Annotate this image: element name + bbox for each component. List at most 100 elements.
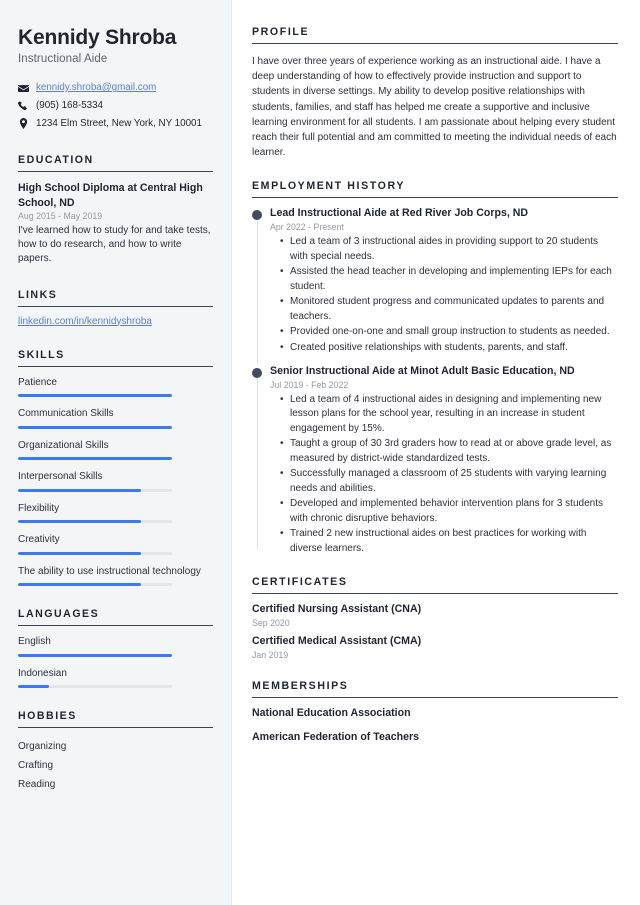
skill-level-bar <box>18 551 172 555</box>
education-item-title: High School Diploma at Central High Scho… <box>18 182 203 209</box>
skill-level-fill <box>18 583 142 586</box>
hobby-item: Reading <box>18 779 56 790</box>
certificate-item: Certified Medical Assistant (CMA) Jan 20… <box>252 635 618 660</box>
job-bullet: Led a team of 4 instructional aides in d… <box>280 393 618 437</box>
language-level-bar <box>18 685 172 688</box>
profile-heading: PROFILE <box>252 26 618 44</box>
address-text: 1234 Elm Street, New York, NY 10001 <box>36 117 202 129</box>
skill-level-bar <box>18 457 172 460</box>
resume-document: Kennidy Shroba Instructional Aide kennid… <box>0 0 640 905</box>
skill-item: Interpersonal Skills <box>18 470 213 492</box>
skill-level-bar <box>18 583 172 586</box>
language-level-bar <box>18 653 172 657</box>
education-item-date: Aug 2015 - May 2019 <box>18 210 103 221</box>
phone-number: (905) 168-5334 <box>36 99 103 111</box>
location-pin-icon <box>18 118 32 130</box>
certificates-heading: CERTIFICATES <box>252 576 618 595</box>
job-title: Lead Instructional Aide at Red River Job… <box>270 207 529 220</box>
language-item: English <box>18 635 213 657</box>
job-bullet: Led a team of 3 instructional aides in p… <box>280 235 618 264</box>
skill-label: Creativity <box>18 534 60 545</box>
certificate-date: Sep 2020 <box>252 618 290 629</box>
skill-label: Communication Skills <box>18 408 114 419</box>
timeline-dot-icon <box>252 210 262 221</box>
certificate-name: Certified Nursing Assistant (CNA) <box>252 603 422 616</box>
languages-section: LANGUAGES English Indonesian <box>18 608 213 688</box>
membership-item: American Federation of Teachers <box>252 730 420 743</box>
employment-timeline: Lead Instructional Aide at Red River Job… <box>252 207 618 556</box>
skill-item: Creativity <box>18 533 213 555</box>
education-item: High School Diploma at Central High Scho… <box>18 181 213 266</box>
job-entry: Senior Instructional Aide at Minot Adult… <box>252 365 618 556</box>
certificate-item: Certified Nursing Assistant (CNA) Sep 20… <box>252 603 618 628</box>
job-bullet: Successfully managed a classroom of 25 s… <box>280 467 618 496</box>
contact-phone-row: (905) 168-5334 <box>18 100 213 113</box>
language-item: Indonesian <box>18 667 213 688</box>
timeline-dot-icon <box>252 368 262 379</box>
certificate-name: Certified Medical Assistant (CMA) <box>252 635 422 648</box>
certificates-section: CERTIFICATES Certified Nursing Assistant… <box>252 576 618 660</box>
skill-level-fill <box>18 394 172 397</box>
envelope-icon <box>18 83 32 94</box>
education-section: EDUCATION High School Diploma at Central… <box>18 154 213 266</box>
job-bullet-list: Led a team of 4 instructional aides in d… <box>270 393 618 557</box>
skill-label: The ability to use instructional technol… <box>18 565 201 577</box>
job-bullet: Monitored student progress and communica… <box>280 295 618 324</box>
skill-label: Interpersonal Skills <box>18 471 103 482</box>
candidate-job-title: Instructional Aide <box>18 53 108 66</box>
job-date: Jul 2019 - Feb 2022 <box>270 379 349 390</box>
skill-level-fill <box>18 551 142 555</box>
employment-heading: EMPLOYMENT HISTORY <box>252 180 618 199</box>
candidate-name: Kennidy Shroba <box>18 26 177 49</box>
email-link[interactable]: kennidy.shroba@gmail.com <box>36 82 156 95</box>
skill-level-bar <box>18 425 172 429</box>
job-bullet: Created positive relationships with stud… <box>280 341 618 356</box>
profile-section: PROFILE I have over three years of exper… <box>252 26 618 160</box>
job-bullet-list: Led a team of 3 instructional aides in p… <box>270 235 618 355</box>
skill-level-fill <box>18 457 172 460</box>
skills-heading: SKILLS <box>18 349 213 367</box>
memberships-section: MEMBERSHIPS National Education Associati… <box>252 680 618 745</box>
skill-item: Flexibility <box>18 502 213 523</box>
skill-level-fill <box>18 425 172 429</box>
skill-label: Organizational Skills <box>18 439 109 451</box>
skills-section: SKILLS Patience Communication Skills Org… <box>18 349 213 586</box>
profile-text: I have over three years of experience wo… <box>252 56 617 159</box>
language-level-fill <box>18 685 49 688</box>
membership-item: National Education Association <box>252 706 411 719</box>
language-label: English <box>18 636 51 647</box>
main-column: PROFILE I have over three years of exper… <box>232 0 640 905</box>
skill-item: The ability to use instructional technol… <box>18 565 213 586</box>
links-heading: LINKS <box>18 289 213 307</box>
hobby-item: Organizing <box>18 741 67 752</box>
hobby-item: Crafting <box>18 760 54 771</box>
link-item-linkedin[interactable]: linkedin.com/in/kennidyshroba <box>18 316 213 327</box>
job-date: Apr 2022 - Present <box>270 222 344 233</box>
skill-level-bar <box>18 394 172 397</box>
contact-email-row: kennidy.shroba@gmail.com <box>18 82 213 95</box>
job-bullet: Assisted the head teacher in developing … <box>280 265 618 294</box>
timeline-line <box>256 368 258 551</box>
skill-level-bar <box>18 488 172 492</box>
employment-section: EMPLOYMENT HISTORY Lead Instructional Ai… <box>252 180 618 556</box>
skill-label: Patience <box>18 376 57 388</box>
certificate-date: Jan 2019 <box>252 649 289 660</box>
education-item-description: I've learned how to study for and take t… <box>18 224 211 265</box>
job-bullet: Developed and implemented behavior inter… <box>280 497 618 526</box>
skill-item: Patience <box>18 376 213 397</box>
contact-list: kennidy.shroba@gmail.com (905) 168-5334 … <box>18 82 213 130</box>
links-section: LINKS linkedin.com/in/kennidyshroba <box>18 289 213 327</box>
skill-item: Organizational Skills <box>18 439 213 460</box>
job-title: Senior Instructional Aide at Minot Adult… <box>270 365 575 378</box>
job-entry: Lead Instructional Aide at Red River Job… <box>252 207 618 366</box>
job-bullet: Provided one-on-one and small group inst… <box>280 325 618 340</box>
language-level-fill <box>18 653 172 657</box>
skill-item: Communication Skills <box>18 407 213 429</box>
job-bullet: Taught a group of 30 3rd graders how to … <box>280 437 618 466</box>
phone-icon <box>18 101 32 112</box>
memberships-heading: MEMBERSHIPS <box>252 680 618 698</box>
skill-level-fill <box>18 488 142 492</box>
job-bullet: Trained 2 new instructional aides on bes… <box>280 527 618 556</box>
skill-label: Flexibility <box>18 502 60 514</box>
